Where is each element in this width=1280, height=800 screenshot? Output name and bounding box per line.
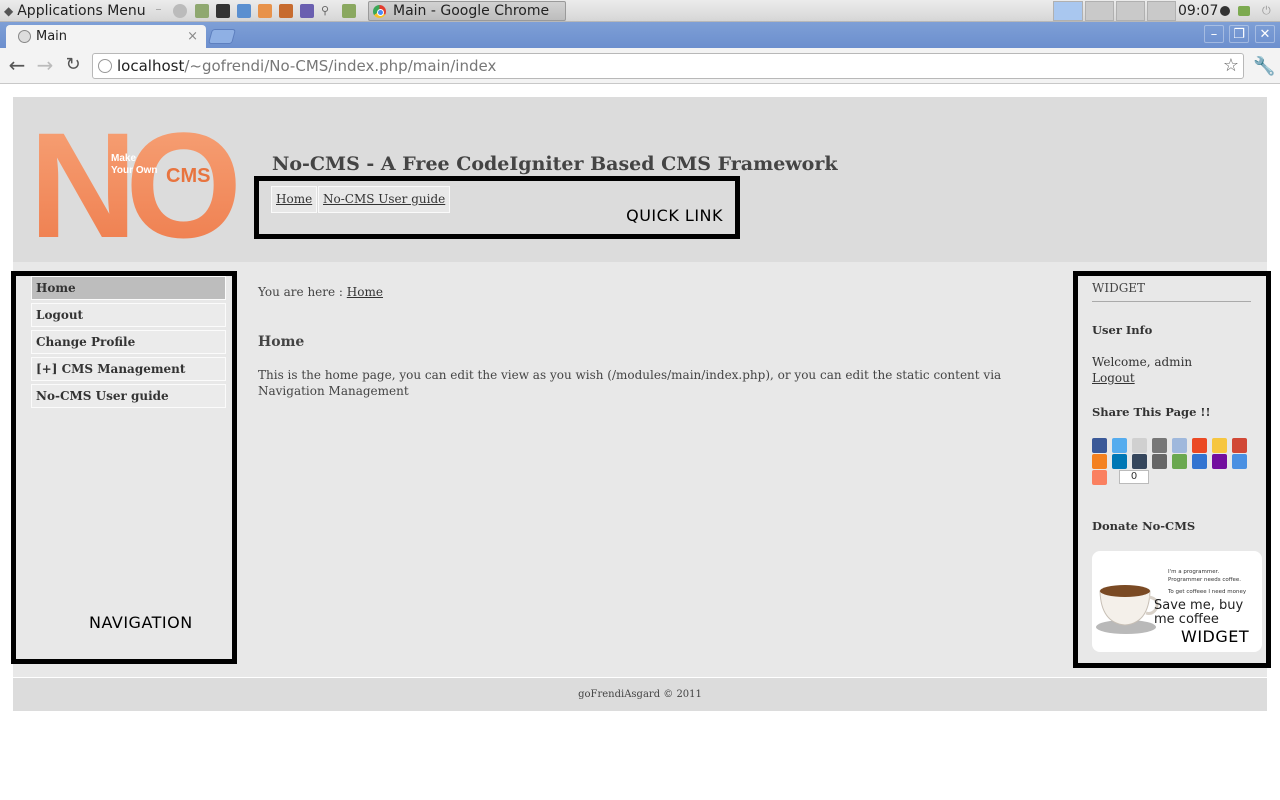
breadcrumb-prefix: You are here : bbox=[258, 285, 347, 299]
page-title: Home bbox=[258, 334, 305, 350]
google-icon[interactable] bbox=[1172, 454, 1187, 469]
forward-arrow-icon[interactable]: → bbox=[33, 54, 57, 78]
url-host: localhost bbox=[117, 57, 185, 75]
xfce-mouse-icon: ◆ bbox=[4, 4, 14, 18]
donate-big-text: Save me, buy me coffee bbox=[1154, 598, 1244, 627]
logo-cms-text: CMS bbox=[166, 165, 210, 187]
page-favicon-icon bbox=[18, 30, 31, 43]
tray-workspace-2[interactable] bbox=[1116, 1, 1145, 21]
site-footer: goFrendiAsgard © 2011 bbox=[13, 678, 1267, 711]
launcher-files-icon[interactable] bbox=[195, 4, 209, 18]
print-icon[interactable] bbox=[1152, 438, 1167, 453]
nav-item-change-profile[interactable]: Change Profile bbox=[31, 330, 226, 354]
nav-item-logout[interactable]: Logout bbox=[31, 303, 226, 327]
donate-small-line1: I'm a programmer. bbox=[1168, 569, 1220, 575]
page-body-text: This is the home page, you can edit the … bbox=[258, 368, 1002, 398]
main-content: You are here : Home Home This is the hom… bbox=[258, 285, 1038, 398]
close-window-icon[interactable]: ✕ bbox=[1255, 25, 1275, 43]
clock[interactable]: 09:07 bbox=[1178, 2, 1218, 20]
user-info-heading: User Info bbox=[1092, 323, 1153, 337]
quick-link-user-guide[interactable]: No-CMS User guide bbox=[318, 186, 451, 213]
donate-small-line3: To get coffeee I need money bbox=[1168, 589, 1247, 595]
tumblr-icon[interactable] bbox=[1132, 454, 1147, 469]
tray-network-icon[interactable] bbox=[1220, 6, 1230, 16]
gmail-icon[interactable] bbox=[1232, 438, 1247, 453]
launcher-app-icon[interactable] bbox=[173, 4, 187, 18]
donate-heading: Donate No-CMS bbox=[1092, 519, 1196, 533]
stumbleupon-icon[interactable] bbox=[1192, 438, 1207, 453]
launcher-terminal-icon[interactable] bbox=[216, 4, 230, 18]
widget-title: WIDGET bbox=[1092, 281, 1251, 302]
launcher-browser-icon[interactable] bbox=[258, 4, 272, 18]
no-cms-logo[interactable]: NO Make Your Own CMS bbox=[33, 115, 255, 243]
reload-icon[interactable]: ↻ bbox=[61, 54, 85, 78]
facebook-icon[interactable] bbox=[1092, 438, 1107, 453]
email-icon[interactable] bbox=[1132, 438, 1147, 453]
tray-workspace-3[interactable] bbox=[1147, 1, 1176, 21]
separator-icon: ⎯ bbox=[156, 4, 161, 15]
coffee-cup-icon bbox=[1096, 585, 1159, 634]
launcher-search-icon[interactable]: ⚲ bbox=[321, 4, 335, 18]
launcher-download-icon[interactable] bbox=[279, 4, 293, 18]
site-title: No-CMS - A Free CodeIgniter Based CMS Fr… bbox=[272, 153, 838, 175]
blogger-icon[interactable] bbox=[1092, 454, 1107, 469]
welcome-text: Welcome, admin bbox=[1092, 355, 1193, 369]
tray-chrome-icon[interactable] bbox=[1053, 1, 1083, 21]
launcher-settings-icon[interactable] bbox=[237, 4, 251, 18]
yahoo-icon[interactable] bbox=[1212, 454, 1227, 469]
globe-icon bbox=[98, 59, 112, 73]
quick-link-annotation: QUICK LINK bbox=[626, 206, 723, 225]
quick-link-home[interactable]: Home bbox=[271, 186, 318, 213]
chrome-icon bbox=[373, 5, 386, 18]
messenger-icon[interactable] bbox=[1232, 454, 1247, 469]
logo-small-line2: Your Own bbox=[111, 165, 157, 176]
minimize-window-icon[interactable]: – bbox=[1204, 25, 1224, 43]
tab-close-icon[interactable]: × bbox=[187, 25, 198, 48]
restore-window-icon[interactable]: ❐ bbox=[1229, 25, 1249, 43]
quick-link-bar: Home No-CMS User guide QUICK LINK bbox=[254, 176, 740, 239]
nav-item-user-guide[interactable]: No-CMS User guide bbox=[31, 384, 226, 408]
url-path: /~gofrendi/No-CMS/index.php/main/index bbox=[184, 57, 497, 75]
linkedin-icon[interactable] bbox=[1112, 454, 1127, 469]
os-taskbar: ◆ Applications Menu ⎯ ⚲ Main - Google Chr… bbox=[0, 0, 1280, 22]
web-page: NO Make Your Own CMS No-CMS - A Free Cod… bbox=[0, 85, 1280, 800]
tray-battery-icon[interactable] bbox=[1238, 6, 1250, 16]
share-heading: Share This Page !! bbox=[1092, 405, 1211, 419]
breadcrumb-home-link[interactable]: Home bbox=[347, 285, 383, 299]
favorites-icon[interactable] bbox=[1212, 438, 1227, 453]
widget-logout-link[interactable]: Logout bbox=[1092, 371, 1135, 385]
nav-item-cms-management[interactable]: [+] CMS Management bbox=[31, 357, 226, 381]
tray-power-icon[interactable]: ⏻ bbox=[1262, 4, 1276, 18]
delicious-icon[interactable] bbox=[1192, 454, 1207, 469]
bookmark-star-icon[interactable]: ☆ bbox=[1223, 54, 1239, 78]
navigation-panel: Home Logout Change Profile [+] CMS Manag… bbox=[11, 271, 237, 664]
address-bar[interactable]: localhost/~gofrendi/No-CMS/index.php/mai… bbox=[92, 53, 1244, 79]
tray-workspace-1[interactable] bbox=[1085, 1, 1114, 21]
nav-item-home[interactable]: Home bbox=[31, 276, 226, 300]
breadcrumb: You are here : Home bbox=[258, 285, 1038, 299]
applications-menu-button[interactable]: ◆ Applications Menu bbox=[4, 2, 146, 20]
more-icon[interactable] bbox=[1092, 470, 1107, 485]
launcher-media-icon[interactable] bbox=[300, 4, 314, 18]
printfriendly-icon[interactable] bbox=[1152, 454, 1167, 469]
back-arrow-icon[interactable]: ← bbox=[5, 54, 29, 78]
navigation-annotation: NAVIGATION bbox=[89, 613, 193, 632]
wrench-menu-icon[interactable]: 🔧 bbox=[1253, 56, 1275, 77]
browser-toolbar: ← → ↻ localhost/~gofrendi/No-CMS/index.p… bbox=[0, 48, 1280, 84]
tab-main[interactable]: Main × bbox=[6, 25, 206, 48]
new-tab-button[interactable] bbox=[207, 29, 237, 44]
logo-small-line1: Make bbox=[111, 153, 136, 164]
twitter-icon[interactable] bbox=[1112, 438, 1127, 453]
site-header: NO Make Your Own CMS No-CMS - A Free Cod… bbox=[13, 97, 1267, 262]
reddit-icon[interactable] bbox=[1172, 438, 1187, 453]
widget-panel: WIDGET User Info Welcome, admin Logout S… bbox=[1073, 271, 1271, 668]
widget-annotation: WIDGET bbox=[1181, 627, 1250, 646]
share-count: 0 bbox=[1119, 470, 1149, 484]
browser-tabstrip: Main × – ❐ ✕ bbox=[0, 22, 1280, 48]
donate-small-line2: Programmer needs coffee. bbox=[1168, 577, 1242, 583]
launcher-folder-icon[interactable] bbox=[342, 4, 356, 18]
taskbar-window-chrome[interactable]: Main - Google Chrome bbox=[368, 1, 566, 21]
